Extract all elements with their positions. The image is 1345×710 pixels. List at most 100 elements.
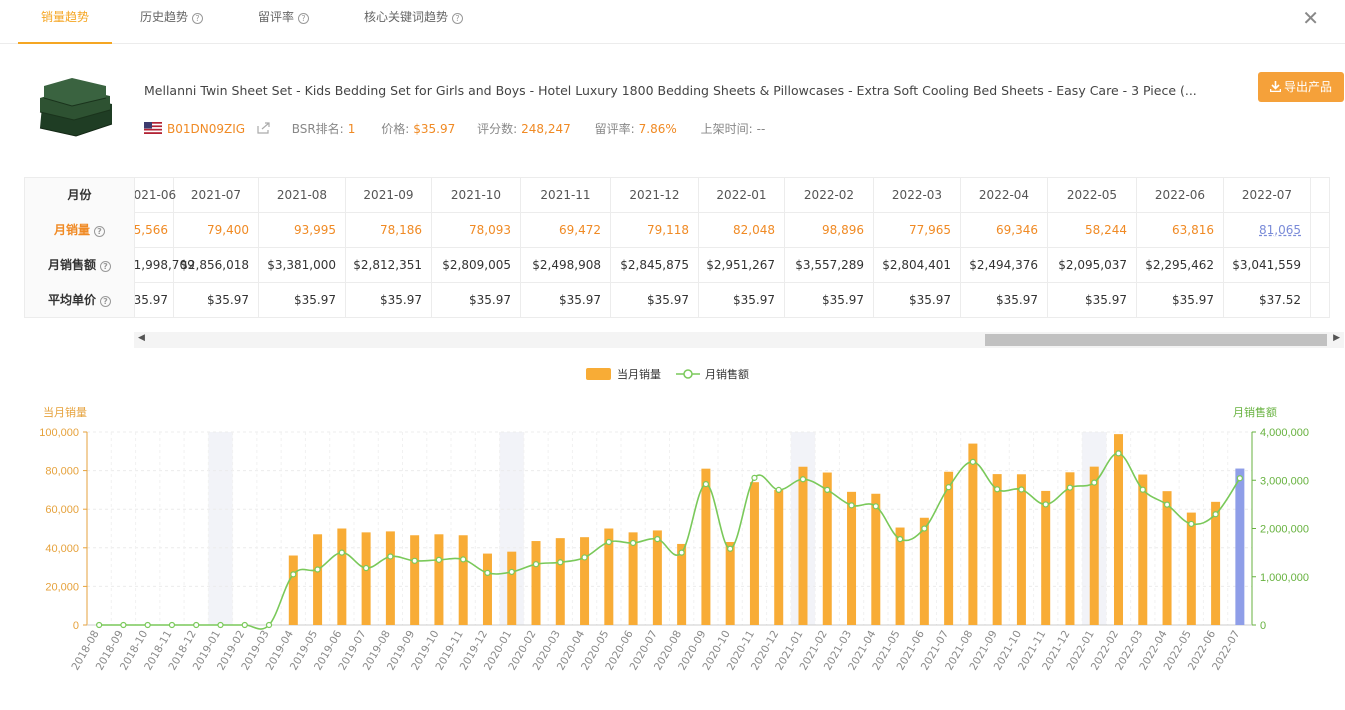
table-cell: $2,498,908 <box>521 248 611 283</box>
bar <box>410 535 420 625</box>
table-cell: 55,566 <box>135 213 174 248</box>
table-cell[interactable]: 81,065 <box>1224 213 1311 248</box>
legend-swatch-marker <box>683 369 693 379</box>
scroll-right-icon[interactable]: ▶ <box>1333 333 1340 343</box>
bar <box>822 472 832 625</box>
bar <box>749 482 759 625</box>
help-icon[interactable]: ? <box>100 261 111 272</box>
bar <box>652 530 662 625</box>
revenue-point <box>120 621 127 629</box>
y-tick-label-right: 3,000,000 <box>1260 475 1309 487</box>
table-row-revenue: 月销售额? $1,998,709$2,856,018$3,381,000$2,8… <box>25 248 1329 283</box>
month-cells: 2021-062021-072021-082021-092021-102021-… <box>135 178 1329 213</box>
product-info: Mellanni Twin Sheet Set - Kids Bedding S… <box>0 66 1345 156</box>
revenue-point <box>363 564 370 572</box>
table-cell: $35.97 <box>874 283 961 317</box>
table-cell: 82,048 <box>699 213 785 248</box>
export-product-button[interactable]: 导出产品 <box>1258 72 1344 102</box>
table-cell: 2021-07 <box>174 178 259 213</box>
table-cell: $35.97 <box>1137 283 1224 317</box>
y-tick-label-right: 1,000,000 <box>1260 572 1309 584</box>
bar <box>871 493 881 625</box>
table-cell: $2,856,018 <box>174 248 259 283</box>
revenue-point <box>824 486 831 493</box>
table-cell: $2,812,351 <box>346 248 432 283</box>
table-cell: $35.97 <box>432 283 521 317</box>
y-tick-label-right: 2,000,000 <box>1260 524 1309 536</box>
bar <box>361 532 371 625</box>
y-tick-label-left: 0 <box>73 620 79 632</box>
table-row-avg-price: 平均单价? $35.97$35.97$35.97$35.97$35.97$35.… <box>25 283 1329 317</box>
tab-review-rate[interactable]: 留评率? <box>258 0 310 44</box>
tab-bar: 销量趋势 历史趋势? 留评率? 核心关键词趋势? ✕ <box>0 0 1345 44</box>
us-flag-icon <box>144 122 162 134</box>
bar <box>1186 512 1196 625</box>
bar <box>434 534 444 625</box>
bar <box>385 531 395 625</box>
y-tick-label-right: 4,000,000 <box>1260 427 1309 439</box>
revenue-point <box>168 621 176 629</box>
close-icon[interactable]: ✕ <box>1302 6 1319 30</box>
table-cell: 77,965 <box>874 213 961 248</box>
tab-label: 核心关键词趋势 <box>364 10 449 24</box>
y-tick-label-left: 80,000 <box>45 466 79 478</box>
y-tick-label-left: 60,000 <box>45 504 79 516</box>
sales-trend-chart: 0 20,000 40,000 60,000 80,000 100,000 0 1,000,0… <box>39 367 1309 672</box>
revenue-point <box>338 549 345 556</box>
scrollbar-thumb[interactable] <box>985 334 1327 346</box>
bar <box>313 534 323 625</box>
tab-label: 销量趋势 <box>40 10 89 24</box>
table-cell: 58,244 <box>1048 213 1137 248</box>
revenue-point <box>314 566 321 573</box>
table-cell: 2022-03 <box>874 178 961 213</box>
help-icon[interactable]: ? <box>100 296 111 307</box>
revenue-point <box>1139 486 1146 493</box>
bar <box>847 491 857 625</box>
revenue-point <box>702 481 710 488</box>
table-cell: $37.52 <box>1224 283 1311 317</box>
tab-history-trend[interactable]: 历史趋势? <box>140 0 204 44</box>
table-cell: 2022-04 <box>961 178 1048 213</box>
table-cell: $35.97 <box>699 283 785 317</box>
listed-time-value: -- <box>756 122 766 136</box>
help-icon[interactable]: ? <box>192 13 204 24</box>
monthly-data-table: 月份 2021-062021-072021-082021-092021-1020… <box>24 177 1330 318</box>
bar <box>1211 501 1221 625</box>
scroll-left-icon[interactable]: ◀ <box>138 333 145 343</box>
revenue-point <box>484 569 491 576</box>
bsr-value: 1 <box>347 122 356 136</box>
table-cell: 2022-06 <box>1137 178 1224 213</box>
tab-keyword-trend[interactable]: 核心关键词趋势? <box>364 0 464 44</box>
table-cell: $35.97 <box>961 283 1048 317</box>
table-cell: $35.97 <box>174 283 259 317</box>
table-cell: 69,346 <box>961 213 1048 248</box>
y-tick-label-right: 0 <box>1260 620 1266 632</box>
table-header-row: 月份 2021-062021-072021-082021-092021-1020… <box>25 178 1329 213</box>
table-cell: $2,095,037 <box>1048 248 1137 283</box>
help-icon[interactable]: ? <box>298 13 310 24</box>
asin-link[interactable]: B01DN09ZIG <box>167 122 245 136</box>
revenue-point <box>387 553 394 560</box>
revenue-point <box>508 568 515 576</box>
table-horizontal-scrollbar[interactable]: ◀ ▶ <box>134 332 1344 348</box>
bar <box>1065 472 1075 625</box>
revenue-point <box>1163 501 1171 508</box>
bar <box>531 541 541 625</box>
bar <box>1114 434 1124 625</box>
table-cell: 93,995 <box>259 213 346 248</box>
bar <box>1041 490 1051 625</box>
revenue-point <box>605 538 612 546</box>
revenue-point <box>411 557 418 564</box>
table-cell: $2,494,376 <box>961 248 1048 283</box>
revenue-point <box>896 536 904 543</box>
tab-sales-trend[interactable]: 销量趋势 <box>18 0 112 44</box>
export-label: 导出产品 <box>1283 80 1332 94</box>
revenue-point <box>1115 450 1122 457</box>
product-title[interactable]: Mellanni Twin Sheet Set - Kids Bedding S… <box>144 83 1234 98</box>
y-tick-label-left: 100,000 <box>39 427 79 439</box>
external-link-icon[interactable] <box>257 122 270 134</box>
bar <box>677 543 687 625</box>
table-cell: 2022-07 <box>1224 178 1311 213</box>
help-icon[interactable]: ? <box>94 226 105 237</box>
help-icon[interactable]: ? <box>452 13 464 24</box>
